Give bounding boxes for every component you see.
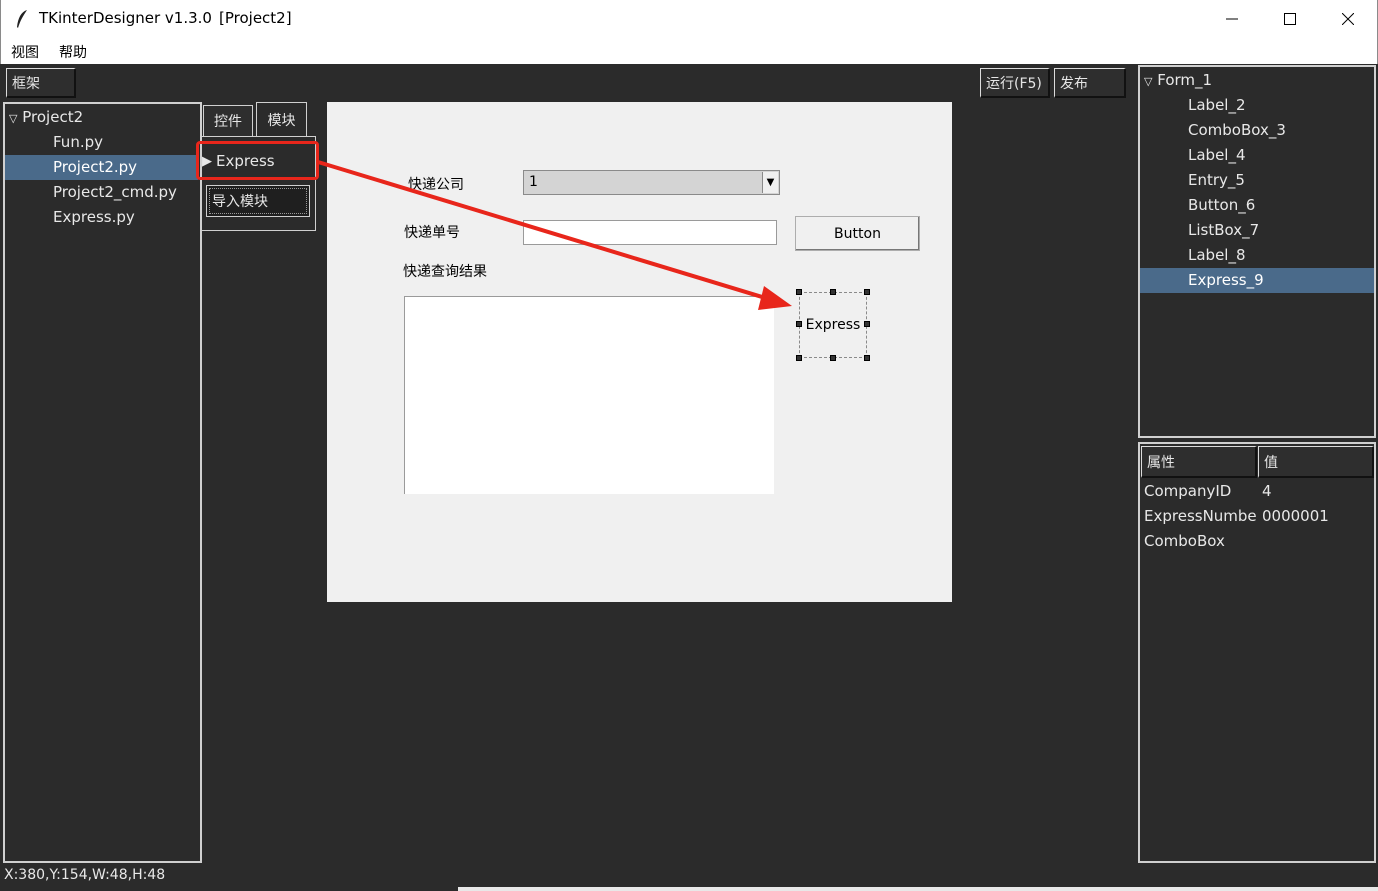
annotation-arrow	[317, 160, 792, 310]
